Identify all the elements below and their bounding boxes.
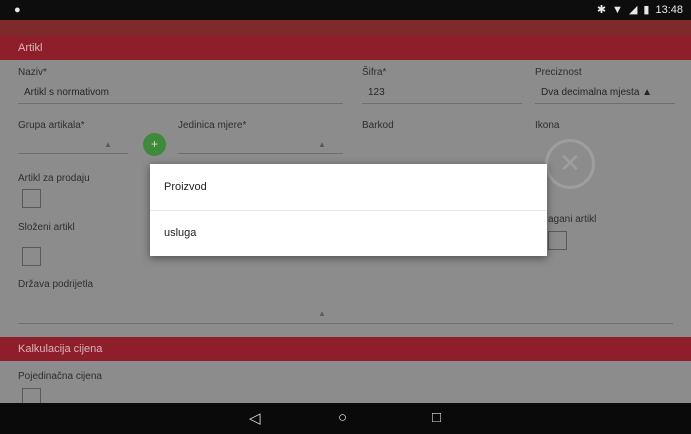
sifra-input[interactable]: 123 — [368, 87, 385, 98]
wifi-icon: ▼ — [612, 3, 623, 16]
dialog-option-proizvod[interactable]: Proizvod — [150, 164, 547, 210]
sifra-underline — [362, 103, 522, 104]
naziv-label: Naziv* — [18, 67, 47, 78]
slozeni-artikl-label: Složeni artikl — [18, 222, 75, 233]
clock: 13:48 — [655, 3, 683, 16]
battery-icon: ▮ — [643, 4, 650, 16]
signal-icon: ◢ — [628, 4, 638, 16]
home-icon[interactable]: ○ — [338, 409, 347, 426]
drzava-underline — [18, 323, 673, 324]
status-bar: ● ✱ ▼ ◢ ▮ 13:48 — [0, 0, 691, 20]
preciznost-select[interactable]: Dva decimalna mjesta ▲ — [541, 87, 652, 98]
barkod-label: Barkod — [362, 120, 394, 131]
recents-icon[interactable]: □ — [432, 409, 441, 426]
grupa-label: Grupa artikala* — [18, 120, 85, 131]
jedinica-underline — [178, 153, 343, 154]
drzava-dropdown-icon[interactable]: ▲ — [318, 309, 326, 318]
grupa-underline — [18, 153, 128, 154]
pojedinacna-cijena-label: Pojedinačna cijena — [18, 371, 102, 382]
section-header-kalkulacija: Kalkulacija cijena — [0, 337, 691, 361]
status-icons: ✱ ▼ ◢ ▮ 13:48 — [596, 3, 683, 17]
sifra-label: Šifra* — [362, 67, 387, 78]
back-icon[interactable]: ◁ — [249, 409, 261, 427]
naziv-input[interactable]: Artikl s normativom — [24, 87, 109, 98]
preciznost-label: Preciznost — [535, 67, 582, 78]
vagani-artikl-checkbox[interactable] — [548, 231, 567, 250]
artikl-za-prodaju-label: Artikl za prodaju — [18, 173, 90, 184]
add-grupa-button[interactable]: + — [143, 133, 166, 156]
system-nav-bar: ◁ ○ □ — [0, 403, 691, 434]
dialog-option-usluga[interactable]: usluga — [150, 210, 547, 256]
ikona-label: Ikona — [535, 120, 560, 131]
vagani-artikl-label: agani artikl — [548, 214, 597, 225]
preciznost-underline — [535, 103, 675, 104]
jedinica-dropdown-icon[interactable]: ▲ — [318, 140, 326, 149]
kalkulacija-content: Pojedinačna cijena — [0, 361, 691, 403]
app-icon: ● — [14, 4, 21, 16]
close-icon[interactable]: ✕ — [545, 139, 595, 189]
type-select-dialog: Proizvod usluga — [150, 164, 547, 256]
naziv-underline — [18, 103, 343, 104]
app-toolbar — [0, 20, 691, 36]
artikl-za-prodaju-checkbox[interactable] — [22, 189, 41, 208]
pojedinacna-cijena-checkbox[interactable] — [22, 388, 41, 403]
jedinica-label: Jedinica mjere* — [178, 120, 247, 131]
bluetooth-icon: ✱ — [596, 4, 607, 16]
slozeni-artikl-checkbox[interactable] — [22, 247, 41, 266]
section-header-artikl: Artikl — [0, 36, 691, 60]
grupa-dropdown-icon[interactable]: ▲ — [104, 140, 112, 149]
drzava-label: Država podrijetla — [18, 279, 94, 290]
